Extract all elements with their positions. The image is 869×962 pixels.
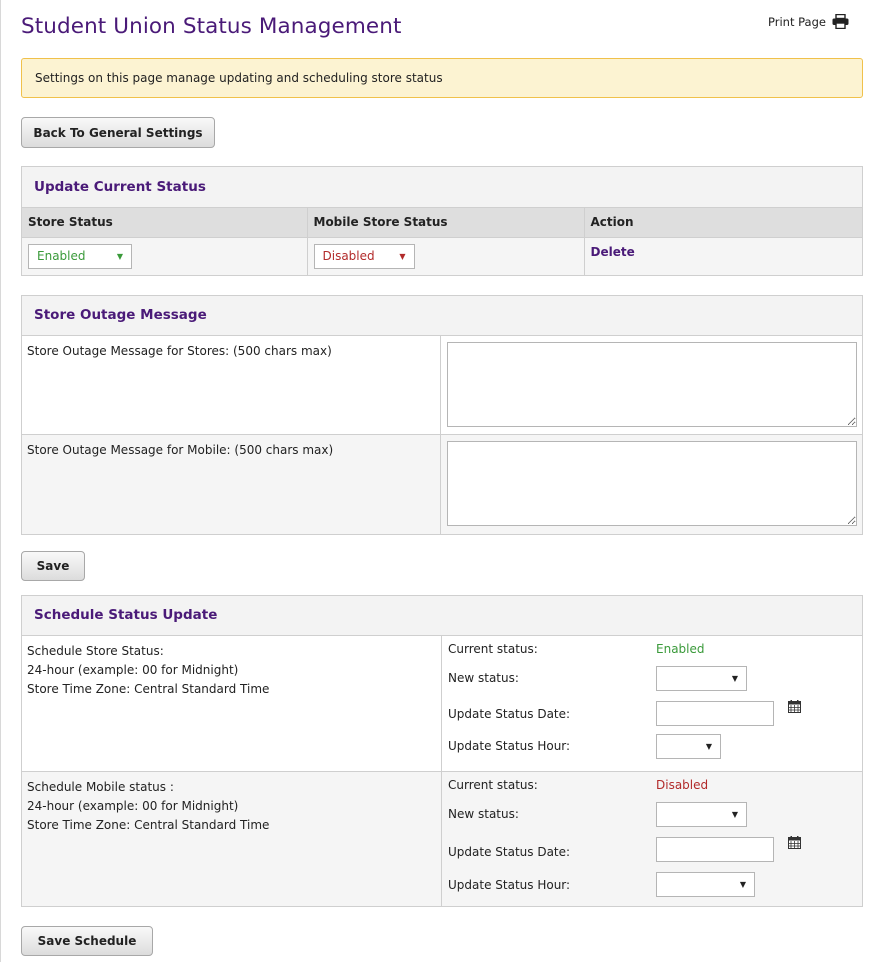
store-update-hour-select[interactable]: ▼	[656, 734, 721, 759]
store-status-value: Enabled	[37, 249, 86, 264]
column-header-store-status: Store Status	[22, 208, 308, 238]
store-update-date-input[interactable]	[656, 701, 774, 726]
save-button[interactable]: Save	[21, 551, 85, 581]
printer-icon	[832, 14, 849, 29]
chevron-down-icon: ▼	[739, 880, 746, 889]
mobile-current-status-label: Current status:	[448, 778, 538, 792]
column-header-action: Action	[584, 208, 862, 238]
mobile-update-hour-select[interactable]: ▼	[656, 872, 755, 897]
mobile-store-status-select[interactable]: Disabled ▼	[313, 243, 415, 269]
mobile-update-date-label: Update Status Date:	[448, 845, 571, 859]
schedule-mobile-hint: 24-hour (example: 00 for Midnight)	[27, 799, 239, 813]
store-status-select[interactable]: Enabled ▼	[28, 243, 132, 269]
print-page-link[interactable]: Print Page	[768, 14, 849, 29]
outage-stores-label: Store Outage Message for Stores: (500 ch…	[22, 336, 441, 434]
status-table: Store Status Mobile Store Status Action …	[22, 208, 862, 275]
update-status-panel: Update Current Status Store Status Mobil…	[21, 166, 863, 276]
schedule-panel: Schedule Status Update Schedule Store St…	[21, 595, 863, 907]
schedule-mobile-title: Schedule Mobile status :	[27, 780, 174, 794]
mobile-status-value: Disabled	[322, 249, 375, 264]
mobile-new-status-select[interactable]: ▼	[656, 802, 747, 827]
store-current-status-value: Enabled	[656, 642, 705, 656]
chevron-down-icon: ▼	[705, 742, 712, 751]
store-new-status-select[interactable]: ▼	[656, 666, 747, 691]
info-notice: Settings on this page manage updating an…	[21, 58, 863, 98]
schedule-mobile-info: Schedule Mobile status : 24-hour (exampl…	[22, 772, 442, 906]
outage-message-panel: Store Outage Message Store Outage Messag…	[21, 295, 863, 535]
schedule-mobile-row: Schedule Mobile status : 24-hour (exampl…	[22, 772, 862, 906]
back-to-general-settings-button[interactable]: Back To General Settings	[21, 117, 215, 148]
outage-stores-textarea[interactable]	[447, 342, 857, 427]
update-status-header: Update Current Status	[22, 167, 862, 208]
mobile-update-date-input[interactable]	[656, 837, 774, 862]
store-update-hour-label: Update Status Hour:	[448, 739, 571, 753]
outage-stores-row: Store Outage Message for Stores: (500 ch…	[22, 336, 862, 435]
calendar-icon[interactable]	[788, 700, 801, 713]
schedule-store-info: Schedule Store Status: 24-hour (example:…	[22, 636, 442, 771]
save-schedule-button[interactable]: Save Schedule	[21, 926, 153, 956]
page-title: Student Union Status Management	[21, 14, 402, 39]
schedule-store-hint: 24-hour (example: 00 for Midnight)	[27, 663, 239, 677]
mobile-current-status-value: Disabled	[656, 778, 709, 792]
schedule-header: Schedule Status Update	[22, 596, 862, 636]
store-new-status-label: New status:	[448, 671, 519, 685]
schedule-store-timezone: Store Time Zone: Central Standard Time	[27, 682, 270, 696]
outage-mobile-label: Store Outage Message for Mobile: (500 ch…	[22, 435, 441, 534]
outage-mobile-textarea[interactable]	[447, 441, 857, 526]
schedule-store-row: Schedule Store Status: 24-hour (example:…	[22, 636, 862, 772]
column-header-mobile-status: Mobile Store Status	[307, 208, 585, 238]
table-row: Enabled ▼ Disabled ▼ Delete	[22, 237, 862, 275]
chevron-down-icon: ▼	[731, 674, 738, 683]
page-border	[0, 0, 1, 962]
schedule-mobile-timezone: Store Time Zone: Central Standard Time	[27, 818, 270, 832]
delete-link[interactable]: Delete	[591, 245, 635, 259]
schedule-store-title: Schedule Store Status:	[27, 644, 164, 658]
mobile-update-hour-label: Update Status Hour:	[448, 878, 571, 892]
outage-message-header: Store Outage Message	[22, 296, 862, 336]
store-update-date-label: Update Status Date:	[448, 707, 571, 721]
calendar-icon[interactable]	[788, 836, 801, 849]
chevron-down-icon: ▼	[116, 251, 123, 261]
print-page-label: Print Page	[768, 14, 826, 29]
chevron-down-icon: ▼	[399, 251, 406, 261]
mobile-new-status-label: New status:	[448, 807, 519, 821]
chevron-down-icon: ▼	[731, 810, 738, 819]
outage-mobile-row: Store Outage Message for Mobile: (500 ch…	[22, 435, 862, 534]
store-current-status-label: Current status:	[448, 642, 538, 656]
